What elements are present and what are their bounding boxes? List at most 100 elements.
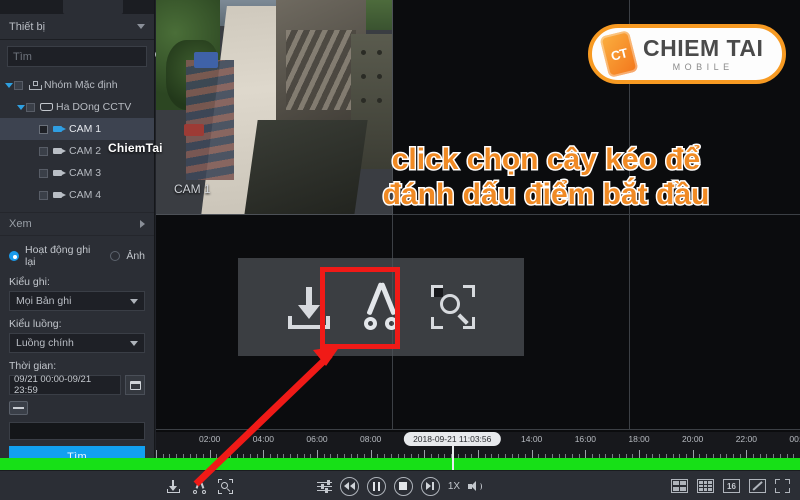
- tree-item-nvr[interactable]: Ha DOng CCTV: [0, 96, 154, 118]
- instruction-text: click chọn cây kéo để đánh dấu điểm bắt …: [336, 141, 756, 213]
- rewind-button[interactable]: [339, 476, 359, 496]
- radio-images-label: Ảnh: [126, 250, 145, 262]
- instruction-line-2: đánh dấu điểm bắt đầu: [381, 177, 711, 213]
- radio-recordings[interactable]: [9, 251, 19, 261]
- chevron-down-icon[interactable]: [137, 24, 145, 29]
- tree-checkbox[interactable]: [14, 80, 23, 90]
- adjust-sliders-icon[interactable]: [316, 479, 332, 493]
- timeline-hour-label: 20:00: [682, 434, 704, 444]
- chevron-down-icon[interactable]: [130, 298, 138, 304]
- tree-item-label: CAM 2: [69, 145, 102, 157]
- calendar-button[interactable]: [125, 375, 145, 395]
- record-type-label: Kiểu ghi:: [9, 276, 50, 288]
- timeline-tick: [424, 450, 426, 458]
- tree-item-label: Nhóm Mặc định: [44, 79, 118, 91]
- time-range-row: 09/21 00:00-09/21 23:59: [9, 374, 145, 396]
- zoom-region-icon[interactable]: [424, 278, 482, 336]
- timeline[interactable]: 02:0004:0006:0008:0010:0012:0014:0016:00…: [156, 432, 800, 470]
- device-panel-header[interactable]: Thiết bị: [0, 14, 154, 40]
- radio-recordings-label: Hoạt động ghi lại: [25, 244, 91, 268]
- timeline-tick: [692, 450, 694, 458]
- time-range-input[interactable]: 09/21 00:00-09/21 23:59: [9, 374, 121, 396]
- layout-4-icon[interactable]: [671, 479, 688, 493]
- speaker-icon[interactable]: [468, 480, 483, 493]
- tree-item-label: CAM 3: [69, 167, 102, 179]
- timeline-hour-label: 00:00: [789, 434, 800, 444]
- camera-label: CAM 1: [174, 182, 211, 196]
- search-input[interactable]: [13, 50, 155, 63]
- storage-icon: [13, 407, 24, 409]
- timeline-tick: [209, 450, 211, 458]
- search-box[interactable]: [7, 46, 168, 67]
- timeline-tick: [317, 450, 318, 458]
- top-strip: [0, 0, 154, 14]
- tree-item-label: CAM 1: [69, 123, 102, 135]
- storage-filter-button[interactable]: [9, 401, 28, 415]
- tree-item-group[interactable]: Nhóm Mặc định: [0, 74, 154, 96]
- tree-checkbox[interactable]: [39, 146, 48, 156]
- sitemap-icon: [27, 80, 42, 90]
- timeline-tick: [585, 450, 587, 458]
- timeline-tick: [531, 450, 533, 458]
- camera-icon: [52, 125, 66, 133]
- brand-tagline: MOBILE: [672, 61, 734, 72]
- fullscreen-icon[interactable]: [775, 479, 790, 493]
- expand-toggle[interactable]: [3, 82, 14, 88]
- stream-type-value: Luồng chính: [16, 337, 74, 349]
- stop-button[interactable]: [393, 476, 413, 496]
- tree-checkbox[interactable]: [39, 190, 48, 200]
- stream-type-select[interactable]: Luồng chính: [9, 333, 145, 353]
- timeline-hour-label: 08:00: [360, 434, 382, 444]
- timeline-recording-bar-left: [0, 458, 156, 470]
- top-tab-chip[interactable]: [63, 0, 123, 14]
- search-area: [0, 40, 168, 72]
- tree-checkbox[interactable]: [26, 102, 35, 112]
- stream-type-label: Kiểu luồng:: [9, 318, 62, 330]
- nvr-icon: [39, 103, 53, 111]
- timeline-hour-label: 16:00: [574, 434, 596, 444]
- tree-item-cam-3[interactable]: CAM 3: [0, 162, 154, 184]
- edit-layout-icon[interactable]: [749, 479, 766, 493]
- chevron-right-icon[interactable]: [140, 220, 145, 228]
- timeline-tick: [478, 450, 479, 458]
- search-mode-radios: Hoạt động ghi lại Ảnh: [9, 244, 145, 268]
- tree-item-label: Ha DOng CCTV: [56, 101, 132, 113]
- device-panel-title: Thiết bị: [9, 20, 46, 33]
- time-range-value: 09/21 00:00-09/21 23:59: [14, 374, 92, 396]
- camera-icon: [52, 191, 66, 199]
- extra-input[interactable]: [9, 422, 145, 440]
- record-type-select[interactable]: Mọi Bản ghi: [9, 291, 145, 311]
- nvr-playback-app: Thiết bị Nhóm Mặc định Ha DOng CCTV: [0, 0, 800, 500]
- tree-item-label: CAM 4: [69, 189, 102, 201]
- timeline-tick: [370, 450, 372, 458]
- timeline-timestamp: 2018-09-21 11:03:56: [404, 432, 501, 446]
- sidebar: Thiết bị Nhóm Mặc định Ha DOng CCTV: [0, 0, 168, 500]
- timeline-playhead[interactable]: [452, 444, 454, 470]
- tree-item-cam-1[interactable]: CAM 1: [0, 118, 154, 140]
- timeline-tick: [639, 450, 640, 458]
- video-cell-empty[interactable]: [630, 215, 800, 430]
- tree-item-cam-4[interactable]: CAM 4: [0, 184, 154, 206]
- playback-speed-label[interactable]: 1X: [448, 481, 460, 492]
- device-tree: Nhóm Mặc định Ha DOng CCTV CAM 1 CAM 2 C…: [0, 72, 154, 206]
- layout-16-icon[interactable]: 16: [723, 479, 740, 493]
- camera-icon: [52, 147, 66, 155]
- phone-icon: CT: [599, 29, 639, 79]
- brand-logo: CT CHIEM TAI MOBILE: [588, 24, 786, 84]
- radio-images[interactable]: [110, 251, 121, 261]
- timeline-hour-label: 22:00: [735, 434, 757, 444]
- layout-9-icon[interactable]: [697, 479, 714, 493]
- timeline-hour-label: 06:00: [306, 434, 328, 444]
- timeline-hour-label: 02:00: [199, 434, 221, 444]
- tree-checkbox[interactable]: [39, 124, 48, 134]
- camera-icon: [52, 169, 66, 177]
- chevron-down-icon[interactable]: [130, 340, 138, 346]
- timeline-recording-bar[interactable]: [156, 458, 800, 470]
- time-range-label: Thời gian:: [9, 360, 57, 372]
- pause-button[interactable]: [366, 476, 386, 496]
- view-panel-header[interactable]: Xem: [0, 212, 154, 236]
- next-frame-button[interactable]: [420, 476, 440, 496]
- expand-toggle[interactable]: [15, 104, 26, 110]
- tree-checkbox[interactable]: [39, 168, 48, 178]
- instruction-line-1: click chọn cây kéo để: [390, 141, 701, 177]
